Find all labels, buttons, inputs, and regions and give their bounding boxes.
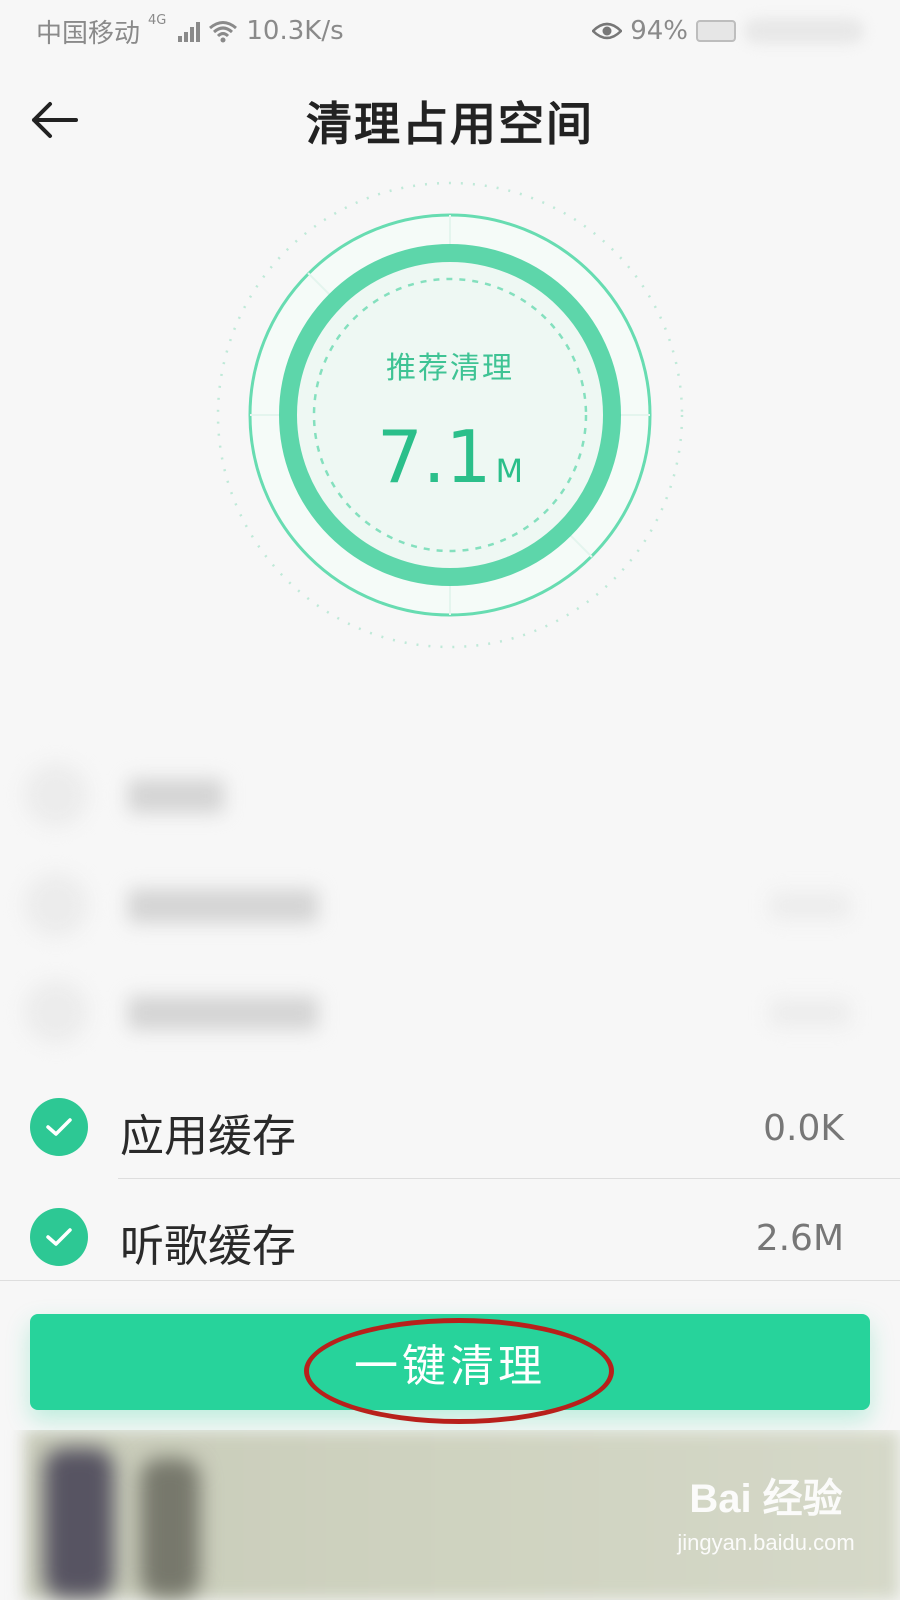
page-title: 清理占用空间 — [306, 97, 594, 151]
blurred-row-3 — [0, 962, 900, 1062]
battery-percent: 94% — [630, 16, 688, 46]
wifi-icon — [209, 21, 238, 43]
cache-size: 2.6M — [755, 1218, 844, 1259]
blurred-row-2 — [0, 855, 900, 955]
cache-size: 0.0K — [763, 1108, 844, 1149]
cache-row-app[interactable]: 应用缓存 0.0K — [0, 1072, 900, 1180]
blurred-label — [128, 889, 318, 923]
status-bar: 中国移动 4G 10.3K/s 94% — [0, 0, 900, 62]
watermark-logo: Bai 经验 — [689, 1477, 843, 1521]
watermark-url: jingyan.baidu.com — [677, 1530, 855, 1555]
gauge-number: 7.1 — [376, 415, 492, 499]
divider — [0, 1280, 900, 1281]
checkmark-icon[interactable] — [30, 1098, 88, 1156]
eye-icon — [592, 22, 623, 40]
cache-row-music[interactable]: 听歌缓存 2.6M — [0, 1182, 900, 1290]
blurred-row-1 — [0, 745, 900, 845]
one-click-clean-button[interactable]: 一键清理 — [30, 1314, 870, 1410]
carrier-name: 中国移动 — [36, 18, 141, 49]
blurred-checkbox — [24, 873, 88, 937]
battery-icon — [696, 20, 736, 42]
divider — [118, 1178, 900, 1179]
status-left: 中国移动 4G 10.3K/s — [36, 13, 344, 50]
watermark: Bai 经验 jingyan.baidu.com — [676, 1466, 856, 1586]
storage-gauge: 推荐清理 7.1 M — [200, 175, 700, 655]
network-type: 4G — [148, 12, 167, 28]
ad-image-figure — [44, 1448, 114, 1598]
gauge-value: 7.1 M — [200, 415, 700, 499]
ad-image-figure — [140, 1458, 200, 1598]
blurred-label — [128, 996, 318, 1030]
status-right: 94% — [592, 16, 864, 46]
checkmark-icon[interactable] — [30, 1208, 88, 1266]
header: 清理占用空间 — [0, 78, 900, 162]
network-speed: 10.3K/s — [246, 16, 344, 46]
blurred-label — [128, 779, 224, 813]
blurred-size — [770, 893, 850, 919]
signal-icon — [178, 20, 201, 42]
cache-label: 听歌缓存 — [120, 1221, 296, 1272]
blurred-checkbox — [24, 980, 88, 1044]
blurred-checkbox — [24, 763, 88, 827]
gauge-unit: M — [495, 452, 524, 490]
status-blurred-region — [744, 18, 864, 44]
blurred-size — [770, 1000, 850, 1026]
gauge-label: 推荐清理 — [386, 351, 514, 386]
cache-label: 应用缓存 — [120, 1111, 296, 1162]
